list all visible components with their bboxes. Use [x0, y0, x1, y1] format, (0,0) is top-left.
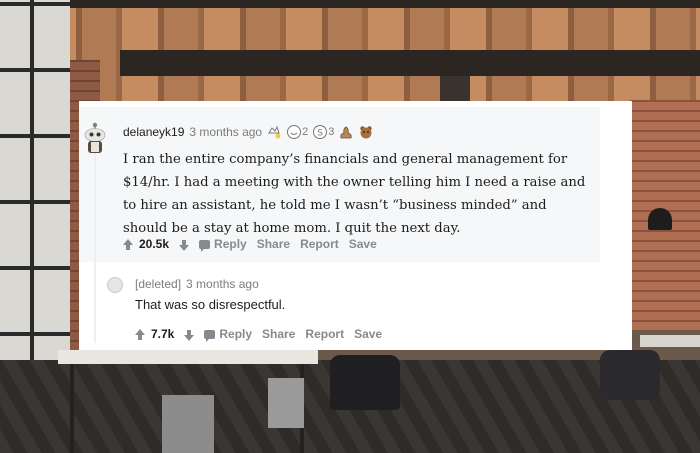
- ceiling-beam: [120, 50, 700, 76]
- report-button[interactable]: Report: [305, 327, 344, 341]
- save-button[interactable]: Save: [354, 327, 382, 341]
- desk: [58, 350, 318, 364]
- silver-award-icon[interactable]: S 3: [312, 124, 334, 140]
- reply-button[interactable]: Reply: [204, 327, 253, 342]
- reddit-comment-card: delaneyk19 3 months ago 2 S 3 I ran the …: [79, 101, 632, 350]
- comment-author[interactable]: delaneyk19: [123, 125, 184, 139]
- reply-actions: 7.7k Reply Share Report Save: [135, 327, 382, 342]
- poop-award-icon[interactable]: [338, 124, 354, 140]
- svg-text:S: S: [318, 129, 324, 139]
- pendant-lamp: [648, 208, 672, 230]
- bear-award-icon[interactable]: [358, 124, 374, 140]
- save-button[interactable]: Save: [349, 237, 377, 251]
- report-button[interactable]: Report: [300, 237, 339, 251]
- reply-label: Reply: [214, 237, 247, 251]
- thread-line[interactable]: [94, 153, 96, 343]
- share-button[interactable]: Share: [262, 327, 295, 341]
- highlighted-comment: delaneyk19 3 months ago 2 S 3 I ran the …: [79, 107, 600, 262]
- vote-count: 7.7k: [151, 327, 175, 341]
- office-chair: [600, 350, 660, 400]
- reply-body: That was so disrespectful.: [135, 297, 286, 312]
- downvote-icon[interactable]: [179, 240, 190, 251]
- snoo-avatar-icon[interactable]: [81, 121, 109, 155]
- industrial-window: [0, 0, 70, 400]
- comment-meta: delaneyk19 3 months ago 2 S 3: [123, 124, 374, 140]
- comment-actions: 20.5k Reply Share Report Save: [123, 237, 377, 252]
- desk-leg: [70, 364, 74, 453]
- wastebasket: [268, 378, 304, 428]
- downvote-icon[interactable]: [184, 330, 195, 341]
- deleted-user-avatar-icon: [107, 277, 123, 293]
- wholesome-award-icon[interactable]: 2: [286, 124, 308, 140]
- vote-controls: 20.5k: [123, 237, 190, 251]
- reply-author: [deleted]: [135, 277, 182, 291]
- reply-button[interactable]: Reply: [199, 237, 247, 252]
- reply-timestamp[interactable]: 3 months ago: [186, 277, 259, 291]
- office-chair: [330, 355, 400, 410]
- vote-controls: 7.7k: [135, 327, 195, 341]
- helpful-award-icon[interactable]: [266, 124, 282, 140]
- comment-timestamp[interactable]: 3 months ago: [189, 125, 262, 139]
- upvote-icon[interactable]: [123, 239, 133, 250]
- wastebasket: [162, 395, 214, 453]
- silver-award-count: 3: [328, 126, 335, 138]
- reply-label: Reply: [219, 327, 253, 341]
- vote-count: 20.5k: [139, 237, 170, 251]
- upvote-icon[interactable]: [135, 329, 145, 340]
- reply-icon: [199, 239, 211, 252]
- wholesome-award-count: 2: [302, 126, 309, 138]
- ceiling-beam-top: [0, 0, 700, 8]
- reply-icon: [204, 329, 216, 342]
- reply-meta: [deleted] 3 months ago: [135, 277, 259, 291]
- comment-body: I ran the entire company’s financials an…: [123, 152, 586, 236]
- desk-right: [640, 335, 700, 347]
- share-button[interactable]: Share: [257, 237, 290, 251]
